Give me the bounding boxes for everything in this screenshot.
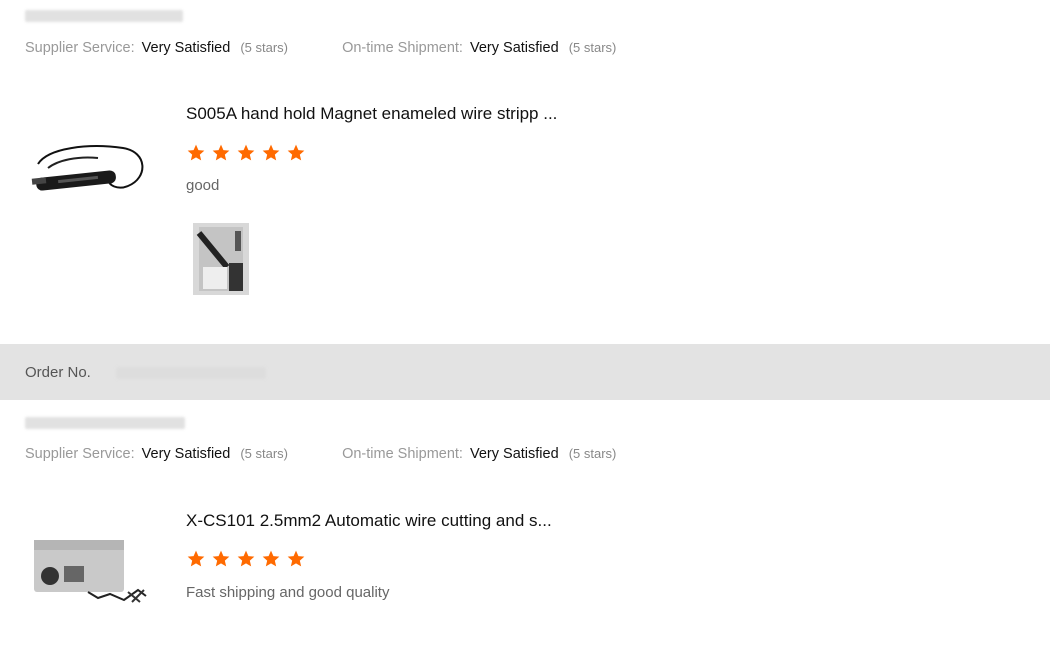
service-ratings: Supplier Service: Very Satisfied (5 star… (25, 40, 616, 56)
service-ratings: Supplier Service: Very Satisfied (5 star… (25, 446, 616, 462)
review-comment: Fast shipping and good quality (186, 584, 390, 601)
product-title[interactable]: X-CS101 2.5mm2 Automatic wire cutting an… (186, 511, 552, 531)
blurred-reviewer-meta (25, 10, 183, 22)
star-icon (187, 144, 205, 161)
product-image[interactable] (28, 536, 148, 606)
order-header-bar: Order No. (0, 344, 1050, 400)
star-rating (186, 549, 306, 569)
star-icon (262, 550, 280, 567)
star-icon (187, 550, 205, 567)
shipment-label: On-time Shipment: (342, 446, 463, 462)
supplier-service-stars: (5 stars) (240, 446, 289, 461)
star-icon (237, 144, 255, 161)
product-image[interactable] (28, 138, 148, 208)
order-no-label: Order No. (25, 364, 91, 381)
blurred-order-number (116, 367, 266, 379)
review-photo[interactable] (193, 223, 249, 295)
supplier-service-value: Very Satisfied (141, 446, 231, 462)
star-icon (287, 550, 305, 567)
product-title[interactable]: S005A hand hold Magnet enameled wire str… (186, 104, 557, 124)
supplier-service-value: Very Satisfied (141, 40, 231, 56)
review-comment: good (186, 177, 220, 194)
star-icon (262, 144, 280, 161)
star-icon (212, 144, 230, 161)
star-icon (287, 144, 305, 161)
shipment-label: On-time Shipment: (342, 40, 463, 56)
supplier-service-label: Supplier Service: (25, 446, 135, 462)
shipment-value: Very Satisfied (470, 446, 559, 462)
supplier-service-stars: (5 stars) (240, 40, 289, 55)
shipment-stars: (5 stars) (568, 446, 617, 461)
supplier-service-label: Supplier Service: (25, 40, 135, 56)
star-icon (212, 550, 230, 567)
shipment-stars: (5 stars) (568, 40, 617, 55)
star-rating (186, 143, 306, 163)
shipment-value: Very Satisfied (470, 40, 559, 56)
blurred-reviewer-meta (25, 417, 185, 429)
review-card-2: Supplier Service: Very Satisfied (5 star… (0, 400, 1050, 660)
star-icon (237, 550, 255, 567)
review-card-1: Supplier Service: Very Satisfied (5 star… (0, 0, 1050, 340)
